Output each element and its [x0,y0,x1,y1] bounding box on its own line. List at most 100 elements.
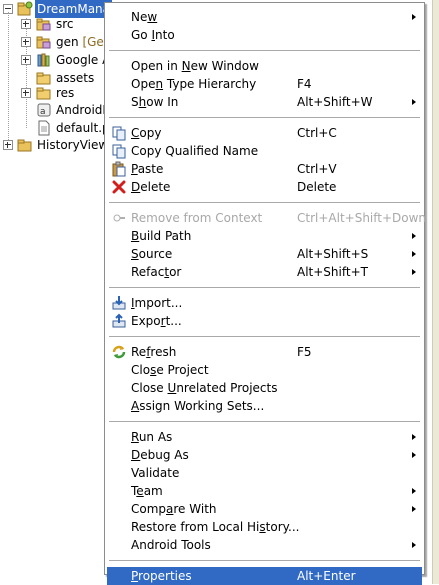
submenu-arrow-icon [412,251,416,257]
tree-item-label[interactable]: default.p [56,119,110,137]
menu-item-open-in-new-window[interactable]: Open in New Window [107,57,422,75]
menu-item-label: Copy [131,126,162,140]
submenu-arrow-icon [412,434,416,440]
tree-item-label[interactable]: gen [Ge [56,33,104,51]
paste-icon [111,161,127,177]
tree-row-default[interactable]: default.p [0,119,110,137]
context-menu: New Go Into Open in New Window Open Type Hi… [104,2,426,585]
menu-item-label: Validate [131,466,180,480]
copy-qualified-name-icon [111,143,127,159]
expand-toggle-icon[interactable] [21,19,31,29]
submenu-arrow-icon [412,542,416,548]
menu-item-label: Run As [131,430,173,444]
library-icon [36,52,52,68]
refresh-icon [111,344,127,360]
project-folder-icon [17,137,33,153]
expand-toggle-icon[interactable] [3,140,13,150]
tree-item-label[interactable]: HistoryView [37,136,108,154]
export-icon [111,313,127,329]
menu-item-debug-as[interactable]: Debug As [107,446,422,464]
menu-item-copy[interactable]: Copy Ctrl+C [107,124,422,142]
menu-item-source[interactable]: Source Alt+Shift+S [107,245,422,263]
menu-item-label: Team [131,484,163,498]
menu-item-label: Refresh [131,345,177,359]
menu-item-shortcut: Alt+Shift+W [297,95,373,109]
menu-item-open-type-hierarchy[interactable]: Open Type Hierarchy F4 [107,75,422,93]
tree-item-label[interactable]: src [56,15,74,33]
menu-item-label: Go Into [131,28,175,42]
menu-separator [109,421,420,423]
menu-item-new[interactable]: New [107,8,422,26]
tree-row-res[interactable]: res [0,84,104,102]
menu-item-validate[interactable]: Validate [107,464,422,482]
menu-item-delete[interactable]: Delete Delete [107,178,422,196]
menu-item-shortcut: Ctrl+Alt+Shift+Down [297,211,427,225]
menu-item-label: New [131,10,158,24]
tree-row-historyview[interactable]: HistoryView [0,136,108,154]
menu-item-team[interactable]: Team [107,482,422,500]
menu-item-label: Build Path [131,229,192,243]
menu-item-label: Restore from Local History... [131,520,300,534]
menu-item-import[interactable]: Import... [107,294,422,312]
tree-row-gen[interactable]: gen [Ge [0,33,104,51]
menu-separator [109,560,420,562]
tree-item-label[interactable]: res [56,84,74,102]
menu-item-refactor[interactable]: Refactor Alt+Shift+T [107,263,422,281]
view-edge [432,0,439,584]
tree-item-name: gen [56,35,79,49]
menu-item-build-path[interactable]: Build Path [107,227,422,245]
menu-separator [109,50,420,52]
android-manifest-icon: a [36,102,52,118]
menu-item-show-in[interactable]: Show In Alt+Shift+W [107,93,422,111]
menu-item-label: Export... [131,314,182,328]
menu-item-android-tools[interactable]: Android Tools [107,536,422,554]
menu-item-restore-from-local-history[interactable]: Restore from Local History... [107,518,422,536]
menu-item-run-as[interactable]: Run As [107,428,422,446]
submenu-arrow-icon [412,506,416,512]
menu-item-shortcut: F5 [297,345,312,359]
menu-item-paste[interactable]: Paste Ctrl+V [107,160,422,178]
source-folder-icon [36,16,52,32]
menu-item-label: Assign Working Sets... [131,399,265,413]
submenu-arrow-icon [412,488,416,494]
menu-item-copy-qualified-name[interactable]: Copy Qualified Name [107,142,422,160]
expand-toggle-icon[interactable] [21,88,31,98]
tree-item-decoration: [Ge [82,35,104,49]
menu-item-label: Import... [131,296,183,310]
menu-item-close-unrelated-projects[interactable]: Close Unrelated Projects [107,379,422,397]
menu-item-shortcut: Ctrl+V [297,162,337,176]
menu-item-assign-working-sets[interactable]: Assign Working Sets... [107,397,422,415]
menu-item-properties[interactable]: Properties Alt+Enter [107,567,422,585]
delete-icon [111,179,127,195]
menu-item-label: Paste [131,162,164,176]
tree-row-manifest[interactable]: a AndroidM [0,101,113,119]
menu-item-label: Android Tools [131,538,211,552]
expand-toggle-icon[interactable] [21,55,31,65]
menu-item-remove-from-context: Remove from Context Ctrl+Alt+Shift+Down [107,209,426,227]
menu-item-label: Show In [131,95,179,109]
menu-item-label: Refactor [131,265,182,279]
menu-item-label: Compare With [131,502,217,516]
menu-item-label: Properties [131,569,192,583]
menu-item-label: Remove from Context [131,211,263,225]
folder-icon [36,85,52,101]
menu-item-compare-with[interactable]: Compare With [107,500,422,518]
menu-item-label: Source [131,247,173,261]
tree-row-src[interactable]: src [0,15,104,33]
tree-item-label[interactable]: Google A [56,51,110,69]
tree-row-google[interactable]: Google A [0,51,110,69]
menu-item-export[interactable]: Export... [107,312,422,330]
import-icon [111,295,127,311]
menu-separator [109,117,420,119]
submenu-arrow-icon [412,99,416,105]
menu-item-refresh[interactable]: Refresh F5 [107,343,422,361]
menu-item-shortcut: Delete [297,180,337,194]
svg-text:a: a [40,107,46,117]
copy-icon [111,125,127,141]
menu-item-close-project[interactable]: Close Project [107,361,422,379]
menu-item-label: Open in New Window [131,59,259,73]
menu-item-go-into[interactable]: Go Into [107,26,422,44]
menu-separator [109,336,420,338]
file-icon [36,120,52,136]
expand-toggle-icon[interactable] [21,37,31,47]
